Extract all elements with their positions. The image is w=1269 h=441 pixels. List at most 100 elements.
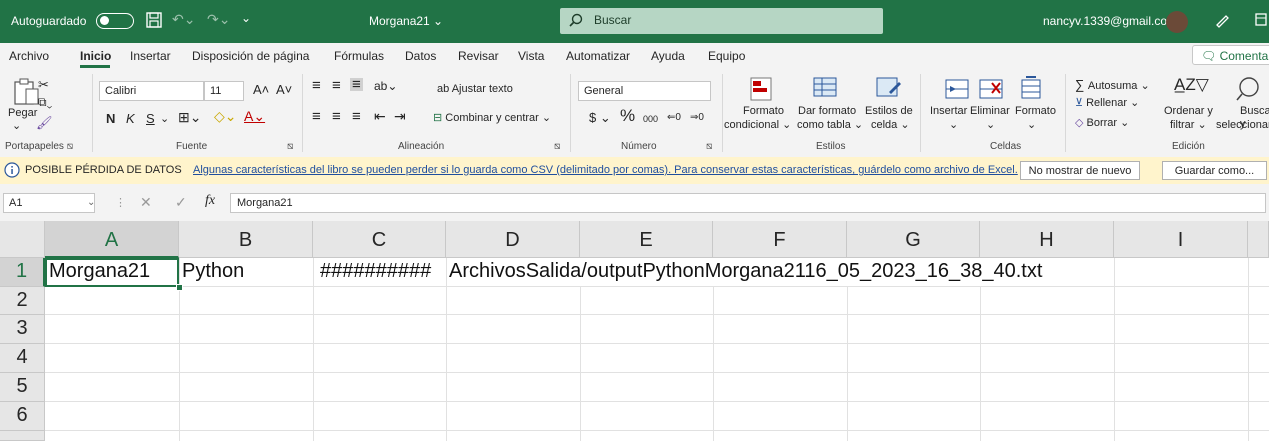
align-middle-icon[interactable]: ≡ [332, 78, 341, 93]
tab-formulas[interactable]: Fórmulas [334, 49, 384, 63]
tab-disposicion[interactable]: Disposición de página [192, 49, 309, 63]
underline-dropdown-icon[interactable]: ⌄ [160, 113, 169, 126]
cell-styles-label[interactable]: Estilos de [865, 105, 913, 118]
percent-icon[interactable]: % [620, 107, 635, 124]
number-format-select[interactable]: General [578, 81, 711, 101]
column-header-g[interactable]: G [847, 221, 980, 258]
conditional-format-label[interactable]: Formato [743, 105, 784, 118]
italic-button[interactable]: K [126, 112, 135, 125]
name-box[interactable]: A1 [3, 193, 95, 213]
decrease-decimal-icon[interactable]: ⇒0 [690, 111, 704, 124]
format-cells-icon[interactable] [1020, 76, 1042, 100]
tab-insertar[interactable]: Insertar [130, 49, 171, 63]
find-select-icon[interactable] [1236, 76, 1262, 102]
find-select-label2[interactable]: seleccionar [1216, 119, 1269, 132]
format-cells-label[interactable]: Formato [1015, 105, 1056, 118]
shrink-font-icon[interactable]: A˅ [276, 83, 292, 96]
wrap-text-button[interactable]: ab Ajustar texto [437, 83, 513, 96]
tab-inicio[interactable]: Inicio [80, 49, 111, 63]
thousands-icon[interactable]: 000 [643, 113, 658, 126]
alignment-dialog-launcher-icon[interactable]: ⧅ [554, 141, 560, 152]
align-center-icon[interactable]: ≡ [332, 109, 341, 124]
column-header-i[interactable]: I [1114, 221, 1248, 258]
tab-archivo[interactable]: Archivo [9, 49, 49, 63]
row-header-5[interactable]: 5 [0, 373, 45, 402]
currency-icon[interactable]: $ ⌄ [589, 111, 611, 124]
name-box-dropdown-icon[interactable]: ⌄ [87, 197, 95, 208]
conditional-format-label2[interactable]: condicional ⌄ [724, 119, 791, 132]
warning-message-link[interactable]: Algunas características del libro se pue… [193, 164, 1018, 176]
copy-icon[interactable]: ⧉⌄ [38, 96, 52, 109]
insert-cells-icon[interactable] [944, 78, 970, 100]
row-header-1[interactable]: 1 [0, 258, 45, 287]
comments-button[interactable]: 🗨 Comenta [1192, 45, 1269, 65]
cell-styles-icon[interactable] [875, 76, 901, 102]
clear-button[interactable]: ◇ Borrar ⌄ [1075, 117, 1129, 130]
quick-access-more-icon[interactable]: ⌄ [241, 11, 251, 25]
ribbon-display-icon[interactable] [1255, 13, 1267, 27]
tab-ayuda[interactable]: Ayuda [651, 49, 685, 63]
delete-cells-icon[interactable] [978, 78, 1004, 100]
format-dropdown-icon[interactable]: ⌄ [1027, 119, 1036, 132]
delete-dropdown-icon[interactable]: ⌄ [986, 119, 995, 132]
sort-filter-icon[interactable]: A̲Z▽ [1174, 76, 1209, 93]
increase-indent-icon[interactable]: ⇥ [394, 109, 406, 123]
borders-icon[interactable]: ⊞⌄ [178, 110, 201, 124]
bold-button[interactable]: N [106, 112, 115, 125]
insert-dropdown-icon[interactable]: ⌄ [949, 119, 958, 132]
grow-font-icon[interactable]: A˄ [253, 83, 269, 96]
cell-b1[interactable]: Python [182, 260, 244, 283]
column-header-a[interactable]: A [45, 221, 179, 258]
paste-dropdown-icon[interactable]: ⌄ [12, 120, 21, 133]
column-header-f[interactable]: F [713, 221, 847, 258]
select-all-corner[interactable] [0, 221, 45, 258]
tab-automatizar[interactable]: Automatizar [566, 49, 630, 63]
cell-d1[interactable]: ArchivosSalida/outputPythonMorgana2116_0… [449, 260, 1042, 283]
align-top-icon[interactable]: ≡ [312, 78, 321, 93]
pen-icon[interactable] [1214, 12, 1230, 28]
user-email[interactable]: nancyv.1339@gmail.com [1043, 14, 1177, 28]
delete-cells-label[interactable]: Eliminar [970, 105, 1010, 118]
formula-input[interactable]: Morgana21 [230, 193, 1266, 213]
fill-button[interactable]: ⊻ Rellenar ⌄ [1075, 97, 1139, 110]
column-header-b[interactable]: B [179, 221, 313, 258]
column-header-e[interactable]: E [580, 221, 713, 258]
dont-show-again-button[interactable]: No mostrar de nuevo [1020, 161, 1140, 180]
enter-icon[interactable]: ✓ [175, 194, 187, 211]
cell-styles-label2[interactable]: celda ⌄ [871, 119, 910, 132]
row-header-3[interactable]: 3 [0, 315, 45, 344]
avatar[interactable] [1166, 11, 1188, 33]
paste-label[interactable]: Pegar [8, 107, 37, 120]
fill-handle[interactable] [176, 284, 183, 291]
increase-decimal-icon[interactable]: ⇐0 [667, 111, 681, 124]
document-title[interactable]: Morgana21 ⌄ [369, 14, 443, 28]
tab-revisar[interactable]: Revisar [458, 49, 499, 63]
merge-center-button[interactable]: ⊟ Combinar y centrar ⌄ [433, 112, 551, 125]
format-painter-icon[interactable]: 🖌 [36, 116, 53, 129]
tab-datos[interactable]: Datos [405, 49, 436, 63]
sort-filter-label[interactable]: Ordenar y [1164, 105, 1213, 118]
decrease-indent-icon[interactable]: ⇤ [374, 109, 386, 123]
undo-icon[interactable]: ↶⌄ [172, 11, 195, 28]
insert-cells-label[interactable]: Insertar [930, 105, 967, 118]
number-dialog-launcher-icon[interactable]: ⧅ [706, 141, 712, 152]
font-name-select[interactable]: Calibri [99, 81, 204, 101]
underline-button[interactable]: S [146, 112, 155, 125]
tab-vista[interactable]: Vista [518, 49, 544, 63]
cell-c1[interactable]: ########## [320, 260, 431, 283]
row-header-7[interactable] [0, 431, 45, 441]
row-header-2[interactable]: 2 [0, 287, 45, 315]
search-box[interactable]: Buscar [560, 8, 883, 34]
column-header-j[interactable] [1248, 221, 1269, 258]
cancel-icon[interactable]: ✕ [140, 194, 152, 211]
tab-equipo[interactable]: Equipo [708, 49, 745, 63]
autosum-button[interactable]: ∑ Autosuma ⌄ [1075, 78, 1150, 93]
insert-function-icon[interactable]: fx [205, 193, 215, 209]
fill-color-icon[interactable]: ◇⌄ [214, 109, 237, 123]
row-header-4[interactable]: 4 [0, 344, 45, 373]
save-icon[interactable] [146, 12, 162, 28]
cut-icon[interactable]: ✂ [38, 78, 49, 91]
format-as-table-icon[interactable] [812, 76, 838, 102]
format-as-table-label[interactable]: Dar formato [798, 105, 856, 118]
format-as-table-label2[interactable]: como tabla ⌄ [797, 119, 863, 132]
